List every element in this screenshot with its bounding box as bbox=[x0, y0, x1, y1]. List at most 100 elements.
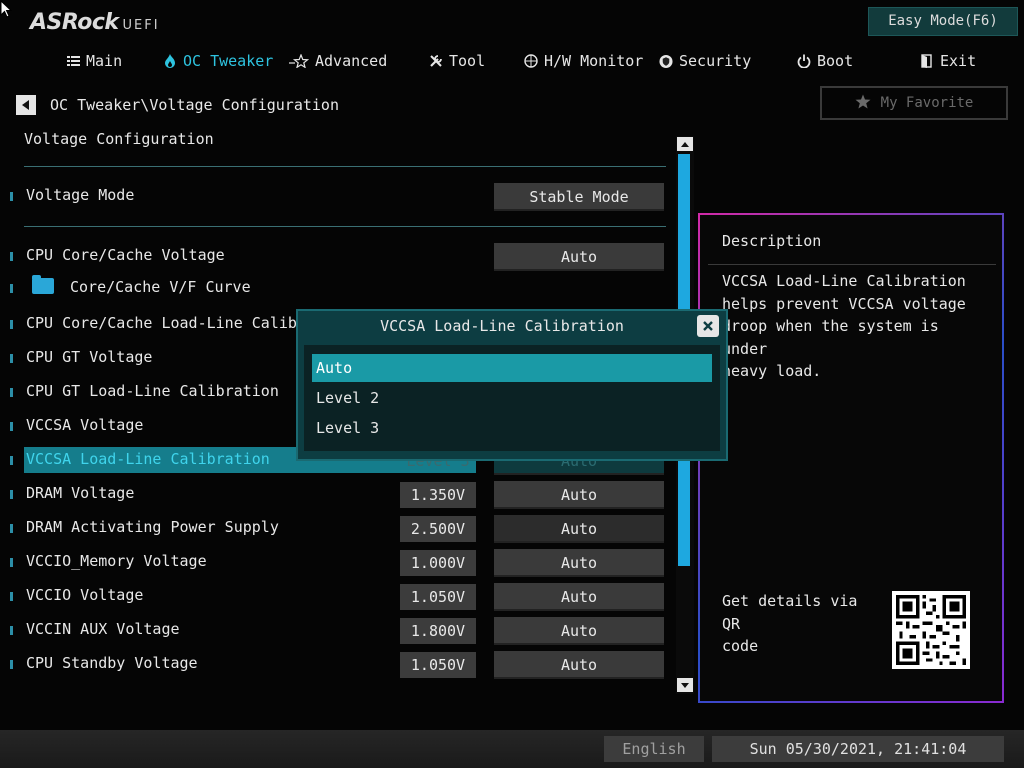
setting-label: Voltage Mode bbox=[26, 186, 135, 204]
row-bullet bbox=[10, 354, 13, 363]
tab-advanced-label: Advanced bbox=[315, 52, 388, 70]
row-bullet bbox=[10, 422, 13, 431]
tab-main-label: Main bbox=[86, 52, 123, 70]
setting-row-vccin-aux[interactable]: VCCIN AUX Voltage 1.800V Auto bbox=[10, 617, 670, 645]
setting-label: VCCSA Voltage bbox=[26, 416, 144, 434]
tab-advanced[interactable]: Advanced bbox=[289, 48, 387, 74]
exit-icon bbox=[920, 54, 934, 68]
row-bullet bbox=[10, 252, 13, 261]
setting-row-voltage-mode[interactable]: Voltage Mode Stable Mode bbox=[10, 183, 670, 211]
description-line: helps prevent VCCSA voltage bbox=[722, 294, 966, 313]
setting-label: VCCIO_Memory Voltage bbox=[26, 552, 207, 570]
main-tabs: Main OC Tweaker Advanced Tool H/W Monito… bbox=[0, 48, 1024, 74]
section-divider bbox=[24, 166, 666, 167]
vf-curve-label: Core/Cache V/F Curve bbox=[70, 278, 251, 296]
star-icon bbox=[289, 54, 309, 68]
folder-icon bbox=[32, 275, 54, 294]
breadcrumb: OC Tweaker\Voltage Configuration bbox=[16, 94, 339, 116]
setting-option[interactable]: Auto bbox=[494, 549, 664, 577]
logo-brand: ASRock bbox=[30, 10, 119, 35]
language-selector[interactable]: English bbox=[604, 736, 704, 762]
row-bullet bbox=[10, 626, 13, 635]
tab-exit-label: Exit bbox=[940, 52, 977, 70]
setting-label: CPU Core/Cache Voltage bbox=[26, 246, 225, 264]
qr-caption-line: code bbox=[722, 637, 759, 655]
scroll-up-arrow-icon[interactable] bbox=[677, 137, 693, 151]
setting-label: CPU GT Voltage bbox=[26, 348, 153, 366]
popup-title: VCCSA Load-Line Calibration bbox=[380, 317, 624, 335]
setting-value: 1.050V bbox=[400, 584, 476, 610]
section-title: Voltage Configuration bbox=[24, 130, 214, 148]
setting-option[interactable]: Auto bbox=[494, 481, 664, 509]
my-favorite-label: My Favorite bbox=[880, 95, 974, 111]
datetime-display[interactable]: Sun 05/30/2021, 21:41:04 bbox=[712, 736, 1004, 762]
popup-option-level-2[interactable]: Level 2 bbox=[312, 384, 712, 412]
tab-tool[interactable]: Tool bbox=[429, 48, 485, 74]
asrock-logo: ASRock UEFI bbox=[30, 10, 160, 35]
qr-code-icon bbox=[892, 591, 970, 669]
back-arrow-icon[interactable] bbox=[16, 95, 36, 115]
row-bullet bbox=[10, 320, 13, 329]
mouse-cursor-icon bbox=[0, 0, 12, 18]
popup-option-level-3[interactable]: Level 3 bbox=[312, 414, 712, 442]
easy-mode-button[interactable]: Easy Mode(F6) bbox=[868, 7, 1018, 36]
setting-row-vccio-memory[interactable]: VCCIO_Memory Voltage 1.000V Auto bbox=[10, 549, 670, 577]
setting-option[interactable]: Auto bbox=[494, 651, 664, 679]
qr-caption-line: Get details via QR bbox=[722, 592, 858, 633]
row-bullet bbox=[10, 192, 13, 201]
row-bullet bbox=[10, 284, 13, 293]
logo-suffix: UEFI bbox=[122, 18, 160, 33]
row-bullet bbox=[10, 558, 13, 567]
setting-label: CPU GT Load-Line Calibration bbox=[26, 382, 279, 400]
tab-boot-label: Boot bbox=[817, 52, 854, 70]
list-icon bbox=[66, 54, 80, 68]
description-line: VCCSA Load-Line Calibration bbox=[722, 272, 966, 290]
setting-option[interactable]: Auto bbox=[494, 243, 664, 271]
setting-value: 1.800V bbox=[400, 618, 476, 644]
row-bullet bbox=[10, 592, 13, 601]
tab-exit[interactable]: Exit bbox=[920, 48, 976, 74]
tab-main[interactable]: Main bbox=[66, 48, 122, 74]
setting-row-vf-curve[interactable]: Core/Cache V/F Curve bbox=[10, 275, 670, 301]
close-icon[interactable] bbox=[697, 315, 719, 337]
tab-security[interactable]: Security bbox=[659, 48, 751, 74]
description-title: Description bbox=[722, 232, 822, 250]
setting-label: DRAM Voltage bbox=[26, 484, 135, 502]
breadcrumb-path: OC Tweaker\Voltage Configuration bbox=[50, 96, 339, 114]
row-bullet bbox=[10, 490, 13, 499]
description-line: droop when the system is under bbox=[722, 317, 939, 358]
flame-icon bbox=[163, 54, 177, 68]
scroll-down-arrow-icon[interactable] bbox=[677, 678, 693, 692]
setting-option[interactable]: Auto bbox=[494, 583, 664, 611]
description-divider bbox=[708, 264, 996, 265]
setting-label: VCCIN AUX Voltage bbox=[26, 620, 180, 638]
monitor-icon bbox=[524, 54, 538, 68]
setting-row-dram-activating[interactable]: DRAM Activating Power Supply 2.500V Auto bbox=[10, 515, 670, 543]
tab-oc-tweaker[interactable]: OC Tweaker bbox=[163, 48, 273, 74]
row-bullet bbox=[10, 524, 13, 533]
group-divider bbox=[24, 226, 666, 227]
tools-icon bbox=[429, 54, 443, 68]
setting-option[interactable]: Auto bbox=[494, 515, 664, 543]
popup-option-auto[interactable]: Auto bbox=[312, 354, 712, 382]
setting-value: 1.000V bbox=[400, 550, 476, 576]
description-line: heavy load. bbox=[722, 362, 822, 380]
tab-security-label: Security bbox=[679, 52, 752, 70]
setting-label: VCCSA Load-Line Calibration bbox=[26, 450, 270, 468]
tab-hw-monitor[interactable]: H/W Monitor bbox=[524, 48, 643, 74]
setting-option[interactable]: Auto bbox=[494, 617, 664, 645]
tab-tool-label: Tool bbox=[449, 52, 486, 70]
setting-label: Core/Cache V/F Curve bbox=[32, 275, 251, 296]
row-bullet bbox=[10, 660, 13, 669]
setting-row-dram-voltage[interactable]: DRAM Voltage 1.350V Auto bbox=[10, 481, 670, 509]
setting-row-cpu-standby[interactable]: CPU Standby Voltage 1.050V Auto bbox=[10, 651, 670, 679]
setting-row-cpu-core-cache-voltage[interactable]: CPU Core/Cache Voltage Auto bbox=[10, 243, 670, 271]
setting-value: 2.500V bbox=[400, 516, 476, 542]
my-favorite-button[interactable]: My Favorite bbox=[820, 86, 1008, 120]
setting-value: 1.350V bbox=[400, 482, 476, 508]
setting-row-vccio[interactable]: VCCIO Voltage 1.050V Auto bbox=[10, 583, 670, 611]
row-bullet bbox=[10, 388, 13, 397]
tab-oc-tweaker-label: OC Tweaker bbox=[183, 52, 274, 70]
setting-option[interactable]: Stable Mode bbox=[494, 183, 664, 211]
tab-boot[interactable]: Boot bbox=[797, 48, 853, 74]
